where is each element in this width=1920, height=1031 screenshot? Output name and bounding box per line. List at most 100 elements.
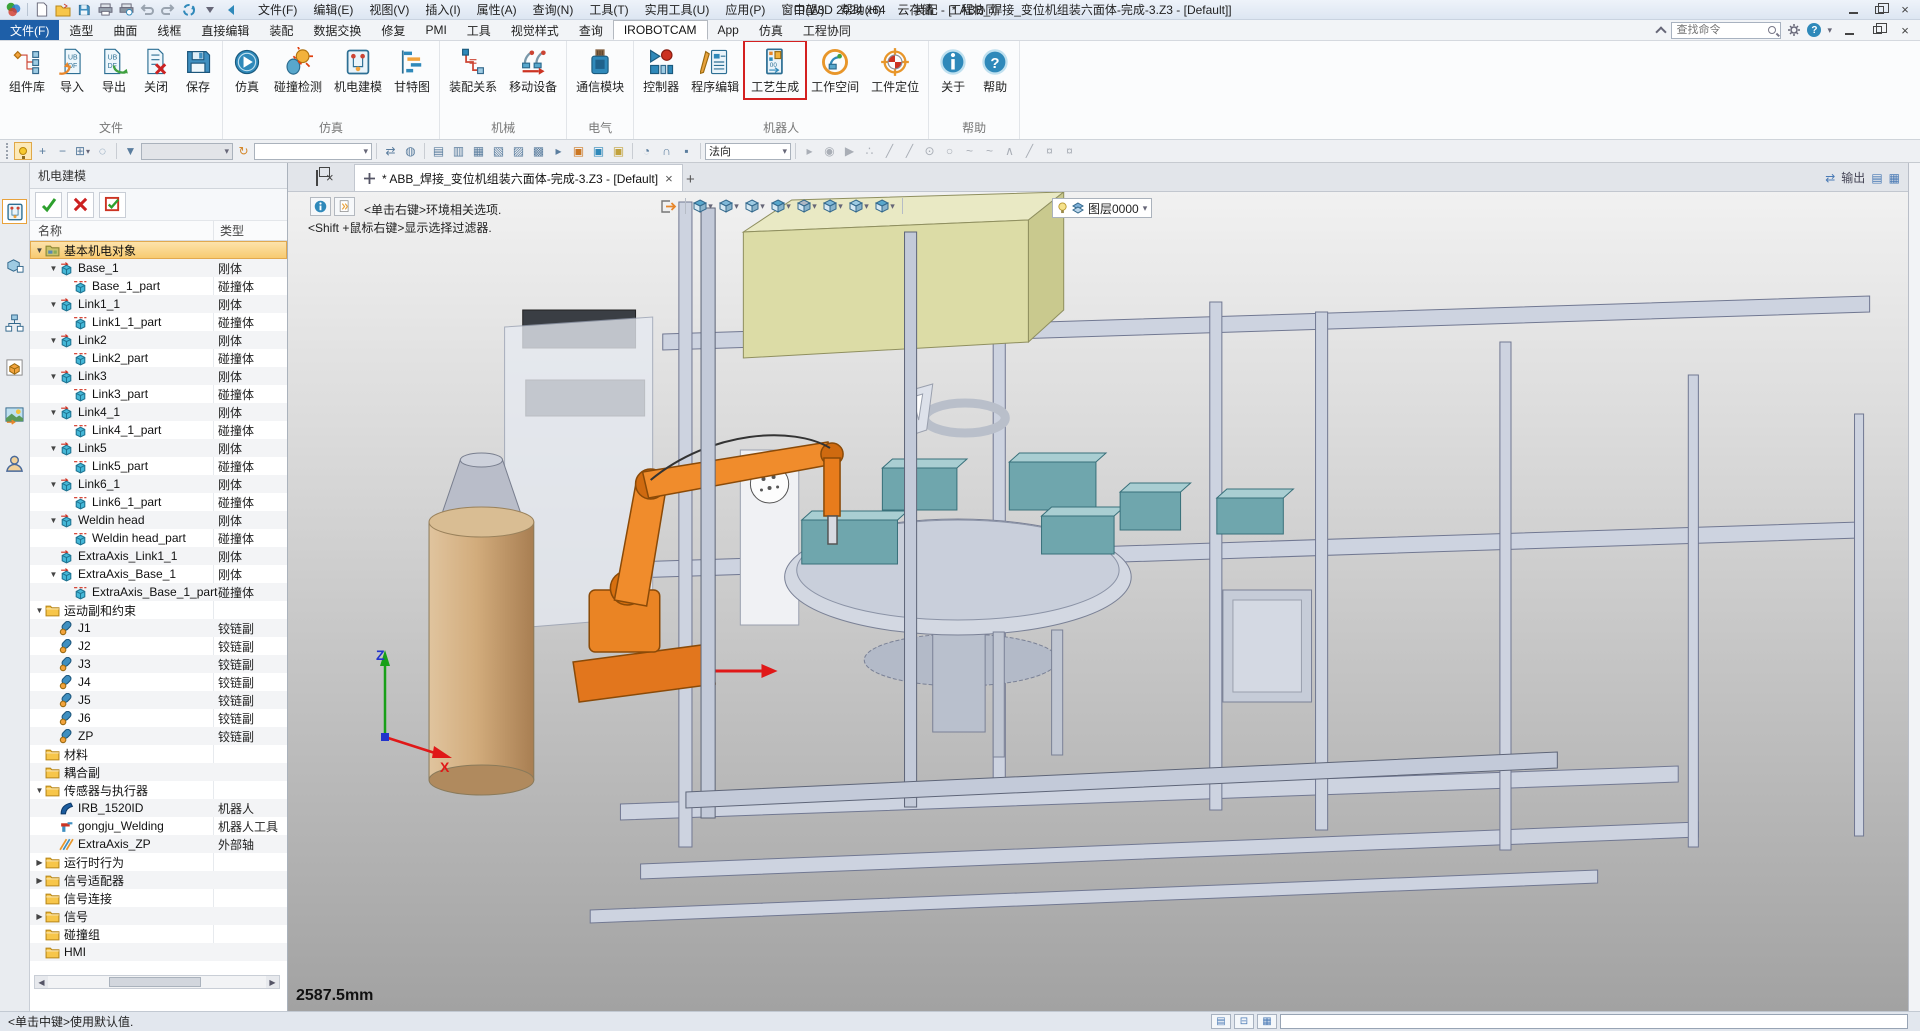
toolbar-handle[interactable] <box>6 143 10 159</box>
tree-row[interactable]: Base_1_part碰撞体 <box>30 277 287 295</box>
chevron-down-icon[interactable]: ▼ <box>34 786 45 795</box>
tree-row[interactable]: ▼Base_1刚体 <box>30 259 287 277</box>
tab-close-icon[interactable]: × <box>665 171 673 186</box>
ribbon-button[interactable]: 00工艺生成 <box>745 42 805 98</box>
combo-dropdown-icon[interactable]: ▾ <box>782 146 787 157</box>
dropdown-arrow-icon[interactable] <box>201 2 219 18</box>
ribbon-button[interactable]: 碰撞检测 <box>268 42 328 98</box>
tree-row[interactable]: ▼ExtraAxis_Base_1刚体 <box>30 565 287 583</box>
chevron-down-icon[interactable]: ▼ <box>48 570 59 579</box>
history-tree-tab[interactable] <box>2 311 27 336</box>
menu-item-2[interactable]: 视图(V) <box>361 0 417 20</box>
tree-row[interactable]: J4铰链副 <box>30 673 287 691</box>
assembly-tree-tab[interactable] <box>2 253 27 278</box>
camera-icon[interactable]: ▾ <box>795 196 819 216</box>
match-props-icon[interactable]: ▩ <box>529 142 548 161</box>
copy-stack-icon[interactable]: ▣ <box>589 142 608 161</box>
tree-row[interactable]: gongju_Welding机器人工具 <box>30 817 287 835</box>
combo-dropdown-icon[interactable]: ▾ <box>363 146 368 157</box>
ribbon-button[interactable]: 甘特图 <box>388 42 436 98</box>
tree-row[interactable]: J3铰链副 <box>30 655 287 673</box>
tree-row[interactable]: Link5_part碰撞体 <box>30 457 287 475</box>
ribbon-button[interactable]: UBDF导入 <box>51 42 93 98</box>
ribbon-button[interactable]: 装配关系 <box>443 42 503 98</box>
chevron-down-icon[interactable]: ▼ <box>48 336 59 345</box>
ribbon-button[interactable]: 保存 <box>177 42 219 98</box>
bounds-icon[interactable]: ▪ <box>677 142 696 161</box>
minimize-button[interactable] <box>1842 2 1864 18</box>
undo-icon[interactable] <box>138 2 156 18</box>
ribbon-tab-5[interactable]: 装配 <box>259 20 303 40</box>
chevron-right-icon[interactable]: ▶ <box>34 876 45 885</box>
new-tab-button[interactable]: + <box>686 171 695 188</box>
view-orientation-icon[interactable]: ▾ <box>769 196 793 216</box>
collapse-ribbon-icon[interactable] <box>1656 26 1667 37</box>
mdi-restore-icon[interactable] <box>316 171 318 185</box>
ribbon-tab-4[interactable]: 直接编辑 <box>191 20 259 40</box>
ribbon-button[interactable]: 工件定位 <box>865 42 925 98</box>
command-input[interactable] <box>1280 1014 1908 1029</box>
swap-icon[interactable]: ⇄ <box>381 142 400 161</box>
tree-row[interactable]: ▶信号 <box>30 907 287 925</box>
menu-item-5[interactable]: 查询(N) <box>525 0 582 20</box>
tree-row[interactable]: ExtraAxis_ZP外部轴 <box>30 835 287 853</box>
clip-plane-icon[interactable]: ▾ <box>873 196 897 216</box>
layer-combo[interactable]: 图层0000 ▾ <box>1052 198 1152 218</box>
ribbon-button[interactable]: 控制器 <box>637 42 685 98</box>
ribbon-tab-9[interactable]: 工具 <box>457 20 501 40</box>
monitor-icon[interactable]: ▦ <box>1889 171 1900 185</box>
shading-icon[interactable]: ▾ <box>743 196 767 216</box>
distribute-h-icon[interactable]: ▧ <box>489 142 508 161</box>
ribbon-button[interactable]: 通信模块 <box>570 42 630 98</box>
tree-row[interactable]: ExtraAxis_Link1_1刚体 <box>30 547 287 565</box>
history-icon[interactable]: ◔ <box>637 142 656 161</box>
ribbon-tab-7[interactable]: 修复 <box>371 20 415 40</box>
ribbon-button[interactable]: 关于 <box>932 42 974 98</box>
ribbon-button[interactable]: 移动设备 <box>503 42 563 98</box>
tree-row[interactable]: Link3_part碰撞体 <box>30 385 287 403</box>
ribbon-button[interactable]: 仿真 <box>226 42 268 98</box>
grid-display-icon[interactable]: ▾ <box>847 196 871 216</box>
paste-stack-icon[interactable]: ▣ <box>609 142 628 161</box>
tree-row[interactable]: 材料 <box>30 745 287 763</box>
menu-item-1[interactable]: 编辑(E) <box>305 0 361 20</box>
tree-row[interactable]: ▼基本机电对象 <box>30 241 287 259</box>
tree-row[interactable]: J1铰链副 <box>30 619 287 637</box>
transfer-icon[interactable]: ⇄ <box>1825 171 1835 185</box>
close-button[interactable]: × <box>1894 2 1916 18</box>
collapse-left-icon[interactable] <box>222 2 240 18</box>
monitor-toggle-icon[interactable]: ⊟ <box>1234 1014 1254 1029</box>
ribbon-tab-11[interactable]: 查询 <box>569 20 613 40</box>
save-doc-icon[interactable] <box>75 2 93 18</box>
tree-row[interactable]: ▼Weldin head刚体 <box>30 511 287 529</box>
zw3d-logo[interactable] <box>4 2 22 18</box>
ribbon-tab-8[interactable]: PMI <box>415 20 456 40</box>
menu-item-4[interactable]: 属性(A) <box>469 0 525 20</box>
doc-restore-button[interactable] <box>1866 22 1888 38</box>
layer-stack-icon[interactable]: ▣ <box>569 142 588 161</box>
print-preview-icon[interactable] <box>117 2 135 18</box>
menu-item-8[interactable]: 应用(P) <box>717 0 773 20</box>
pick-arrow-icon[interactable]: ▸ <box>549 142 568 161</box>
align-right-icon[interactable]: ▦ <box>469 142 488 161</box>
tree-row[interactable]: Link4_1_part碰撞体 <box>30 421 287 439</box>
tree-row[interactable]: ExtraAxis_Base_1_part碰撞体 <box>30 583 287 601</box>
chevron-down-icon[interactable]: ▼ <box>48 408 59 417</box>
refresh-icon[interactable]: ↻ <box>234 142 253 161</box>
selection-combo[interactable]: ▾ <box>254 143 372 160</box>
doc-forward-icon[interactable] <box>334 197 355 216</box>
collapsed-right-panel[interactable] <box>1908 163 1920 1011</box>
pan-scrollbar-horizontal[interactable]: ◀ ▶ <box>34 975 280 989</box>
new-doc-icon[interactable] <box>33 2 51 18</box>
restore-button[interactable] <box>1868 2 1890 18</box>
normal-combo[interactable]: 法向▾ <box>705 143 791 160</box>
user-panel-tab[interactable] <box>2 451 27 476</box>
hook-icon[interactable]: ∩ <box>657 142 676 161</box>
ribbon-tab-12[interactable]: IROBOTCAM <box>613 20 708 40</box>
table-view-toggle-icon[interactable]: ▦ <box>1257 1014 1277 1029</box>
ribbon-button[interactable]: 机电建模 <box>328 42 388 98</box>
panel-toggle-icon[interactable]: ▤ <box>1871 171 1882 185</box>
ribbon-button[interactable]: 关闭 <box>135 42 177 98</box>
align-center-icon[interactable]: ▥ <box>449 142 468 161</box>
datum-visibility-toggle[interactable] <box>14 142 32 160</box>
